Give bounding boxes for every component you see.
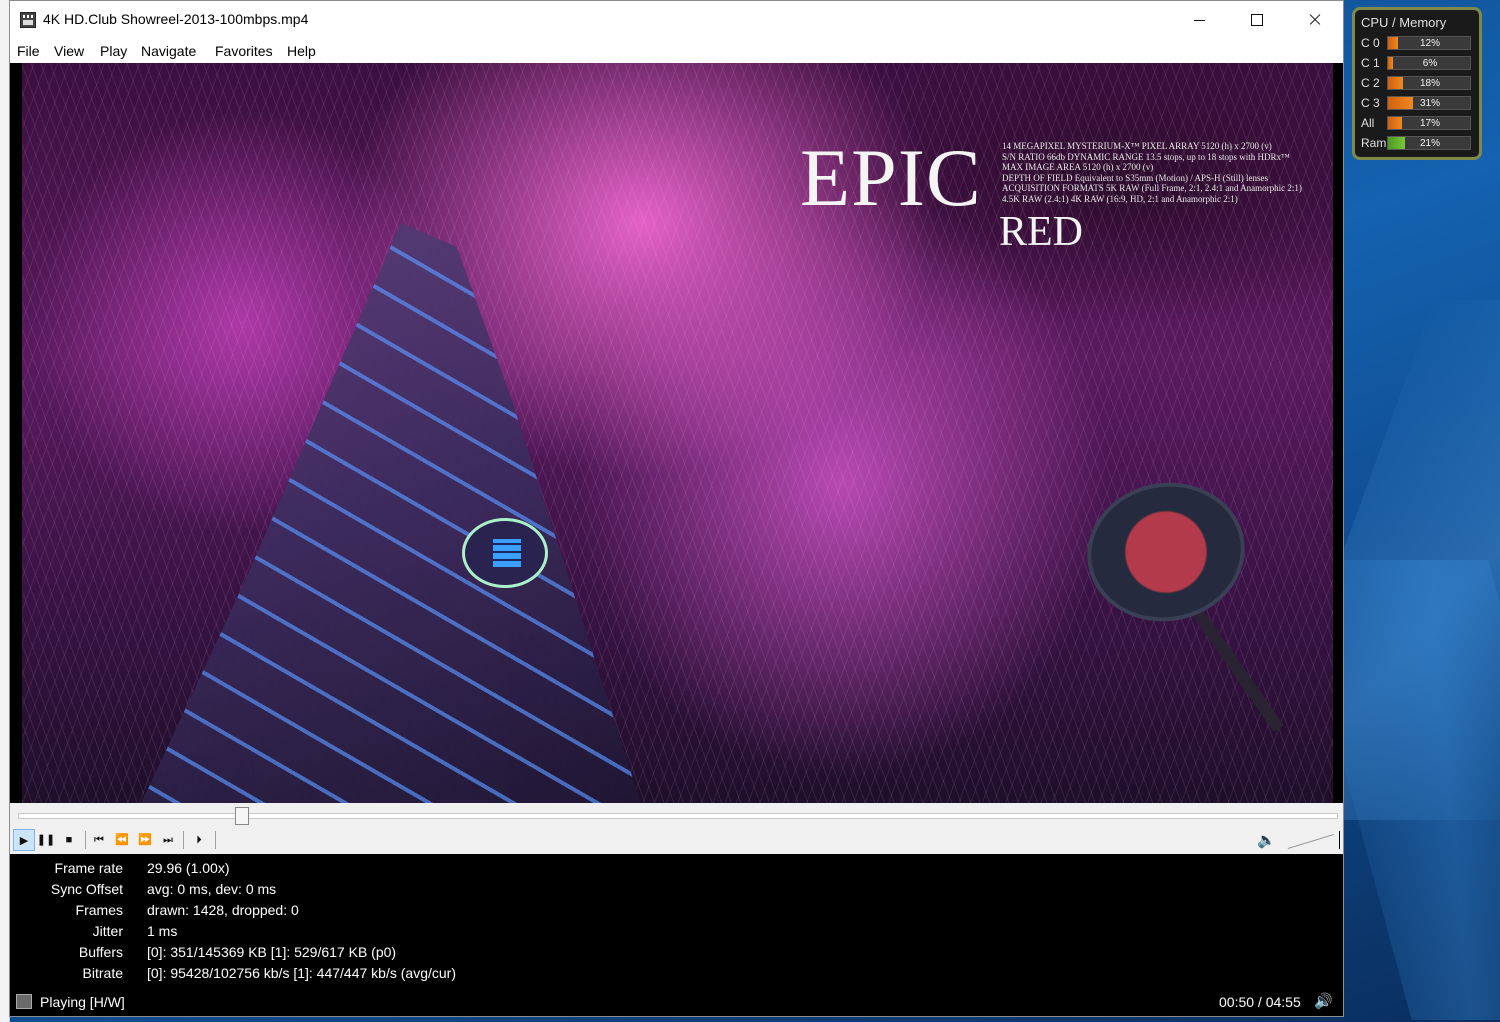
spec-line: S/N RATIO 66db DYNAMIC RANGE 13.5 stops,… (1002, 151, 1290, 162)
usage-bar: 6% (1387, 56, 1471, 70)
stat-row: Bitrate [0]: 95428/102756 kb/s [1]: 447/… (10, 965, 1343, 986)
next-button[interactable]: ⏭ (157, 829, 179, 851)
toolbar-divider (183, 831, 184, 849)
stat-label: Bitrate (82, 965, 123, 981)
spec-line: 14 MEGAPIXEL MYSTERIUM-X™ PIXEL ARRAY 51… (1002, 141, 1272, 151)
stat-label: Frame rate (54, 860, 123, 876)
cpu-row: All 17% (1355, 115, 1479, 131)
stat-row: Sync Offset avg: 0 ms, dev: 0 ms (10, 881, 1343, 902)
usage-bar: 17% (1387, 116, 1471, 130)
clock-tower-image (1076, 463, 1284, 732)
stat-label: Sync Offset (50, 881, 123, 897)
usage-bar: 18% (1387, 76, 1471, 90)
spec-line: MAX IMAGE AREA 5120 (h) x 2700 (v) (1002, 162, 1154, 172)
fast-forward-button[interactable]: ⏩ (134, 829, 156, 851)
status-bar: Playing [H/W] 00:50 / 04:55 🔊 (10, 987, 1343, 1016)
usage-value: 18% (1419, 78, 1440, 89)
title-bar[interactable]: 4K HD.Club Showreel-2013-100mbps.mp4 (10, 1, 1343, 39)
usage-bar: 21% (1387, 136, 1471, 150)
toolbar-divider (85, 831, 86, 849)
seek-thumb[interactable] (235, 807, 250, 825)
media-player-window: 4K HD.Club Showreel-2013-100mbps.mp4 Fil… (9, 0, 1344, 1017)
close-button[interactable] (1286, 1, 1344, 39)
stop-button[interactable]: ■ (58, 829, 80, 851)
pause-button[interactable]: ❚❚ (35, 829, 57, 851)
menu-navigate[interactable]: Navigate (141, 43, 196, 59)
seek-bar[interactable] (10, 803, 1343, 827)
film-icon (16, 994, 32, 1009)
minimize-button[interactable] (1170, 1, 1228, 39)
usage-value: 31% (1419, 98, 1440, 109)
gadget-title: CPU / Memory (1361, 15, 1447, 30)
stat-row: Jitter 1 ms (10, 923, 1343, 944)
window-title: 4K HD.Club Showreel-2013-100mbps.mp4 (43, 11, 309, 27)
spec-line: ACQUISITION FORMATS 5K RAW (Full Frame, … (1002, 183, 1302, 193)
cpu-row: Ram 21% (1355, 135, 1479, 151)
cpu-row-label: Ram (1361, 136, 1387, 150)
usage-value: 12% (1419, 38, 1440, 49)
stat-value: 29.96 (1.00x) (147, 860, 230, 876)
stat-label: Jitter (92, 923, 123, 939)
overlay-subtitle: RED (999, 209, 1083, 255)
playback-controls: ▶ ❚❚ ■ ⏮ ⏪ ⏩ ⏭ ⏵ 🔈 (10, 827, 1343, 854)
tower-window-logo (462, 518, 548, 588)
menu-bar: File View Play Navigate Favorites Help (10, 39, 1343, 63)
overlay-title: EPIC (800, 132, 982, 223)
time-display[interactable]: 00:50 / 04:55 (1219, 994, 1301, 1010)
cpu-row-label: C 2 (1361, 76, 1380, 90)
cpu-row-label: C 0 (1361, 36, 1380, 50)
stat-value: 1 ms (147, 923, 178, 939)
stat-value: [0]: 95428/102756 kb/s [1]: 447/447 kb/s… (147, 965, 456, 981)
usage-value: 6% (1422, 58, 1438, 69)
usage-bar: 31% (1387, 96, 1471, 110)
statistics-panel: Frame rate 29.96 (1.00x) Sync Offset avg… (10, 854, 1343, 987)
cpu-row-label: C 1 (1361, 56, 1380, 70)
stat-label: Frames (75, 902, 123, 918)
app-icon[interactable] (20, 12, 36, 28)
previous-button[interactable]: ⏮ (88, 829, 110, 851)
speaker-icon[interactable]: 🔈 (1257, 831, 1276, 849)
spec-line: 4.5K RAW (2.4:1) 4K RAW (16:9, HD, 2:1 a… (1002, 193, 1238, 204)
usage-value: 21% (1419, 138, 1440, 149)
seek-track[interactable] (18, 813, 1338, 819)
playback-status: Playing [H/W] (40, 994, 125, 1010)
cpu-row-label: C 3 (1361, 96, 1380, 110)
volume-thumb[interactable] (1335, 831, 1340, 849)
stat-label: Buffers (78, 944, 123, 960)
menu-help[interactable]: Help (287, 43, 316, 59)
menu-favorites[interactable]: Favorites (215, 43, 273, 59)
spec-line: DEPTH OF FIELD Equivalent to S35mm (Moti… (1002, 172, 1269, 183)
toolbar-divider (215, 831, 216, 849)
stat-row: Buffers [0]: 351/145369 KB [1]: 529/617 … (10, 944, 1343, 965)
stat-value: drawn: 1428, dropped: 0 (147, 902, 299, 918)
maximize-button[interactable] (1228, 1, 1286, 39)
stat-value: [0]: 351/145369 KB [1]: 529/617 KB (p0) (147, 944, 397, 960)
cpu-row: C 1 6% (1355, 55, 1479, 71)
menu-file[interactable]: File (17, 43, 40, 59)
cpu-memory-gadget[interactable]: CPU / Memory C 0 12% C 1 6% C 2 18% C 3 31% All 1… (1352, 7, 1482, 160)
play-button[interactable]: ▶ (13, 829, 35, 851)
audio-output-icon[interactable]: 🔊 (1314, 992, 1333, 1010)
stat-value: avg: 0 ms, dev: 0 ms (147, 881, 277, 897)
menu-view[interactable]: View (54, 43, 84, 59)
stat-row: Frames drawn: 1428, dropped: 0 (10, 902, 1343, 923)
cpu-row-label: All (1361, 116, 1375, 130)
overlay-specs: 14 MEGAPIXEL MYSTERIUM-X™ PIXEL ARRAY 51… (1002, 141, 1302, 204)
cpu-row: C 0 12% (1355, 35, 1479, 51)
video-area[interactable]: EPIC RED 14 MEGAPIXEL MYSTERIUM-X™ PIXEL… (10, 63, 1343, 803)
usage-value: 17% (1419, 118, 1440, 129)
volume-slider[interactable] (1286, 831, 1342, 851)
menu-play[interactable]: Play (100, 43, 127, 59)
video-frame: EPIC RED 14 MEGAPIXEL MYSTERIUM-X™ PIXEL… (22, 63, 1333, 803)
usage-bar: 12% (1387, 36, 1471, 50)
frame-step-button[interactable]: ⏵ (188, 829, 210, 851)
rewind-button[interactable]: ⏪ (111, 829, 133, 851)
stat-row: Frame rate 29.96 (1.00x) (10, 860, 1343, 881)
cpu-row: C 2 18% (1355, 75, 1479, 91)
cpu-row: C 3 31% (1355, 95, 1479, 111)
